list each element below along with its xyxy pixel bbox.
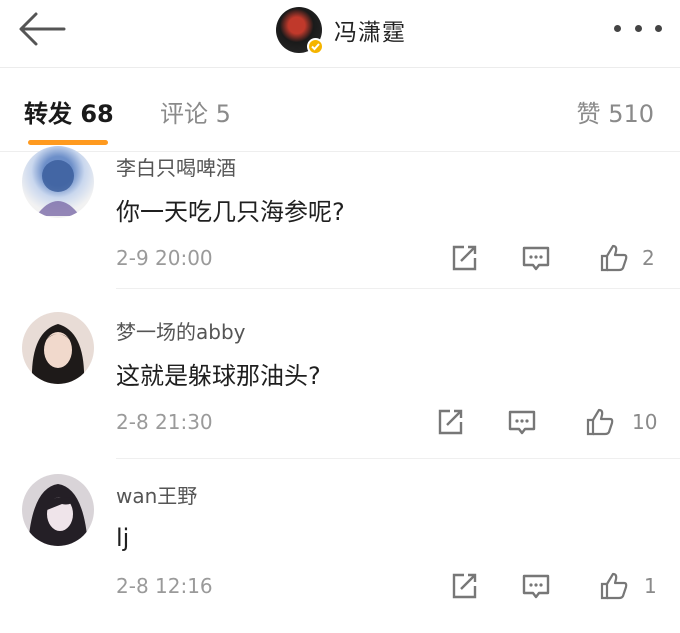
tab-comments-count: 5	[215, 100, 231, 128]
thumbs-up-icon[interactable]	[598, 570, 630, 602]
comment-text: lj	[116, 524, 130, 552]
avatar[interactable]	[22, 312, 94, 384]
comment-time: 2-9 20:00	[116, 246, 213, 270]
divider	[116, 458, 680, 459]
like-count: 2	[642, 246, 655, 270]
list-item: 李白只喝啤酒 你一天吃几只海参呢? 2-9 20:00 2	[0, 146, 680, 290]
like-count: 10	[632, 410, 658, 434]
comment-text: 这就是躲球那油头?	[116, 362, 321, 390]
comment-time: 2-8 12:16	[116, 574, 213, 598]
back-arrow-icon[interactable]	[16, 10, 68, 48]
comment-username[interactable]: wan王野	[116, 480, 197, 509]
tab-likes[interactable]: 赞 510	[577, 94, 654, 129]
list-item: wan王野 lj 2-8 12:16 1	[0, 474, 680, 626]
tab-reposts-count: 68	[80, 100, 114, 128]
avatar[interactable]	[22, 474, 94, 546]
thumbs-up-icon[interactable]	[584, 406, 616, 438]
list-item: 梦一场的abby 这就是躲球那油头? 2-8 21:30 10	[0, 312, 680, 462]
more-dots-icon[interactable]	[614, 20, 662, 36]
comment-bubble-icon[interactable]	[506, 406, 538, 438]
active-tab-indicator	[28, 140, 108, 145]
comment-username[interactable]: 梦一场的abby	[116, 316, 245, 345]
tab-comments-label: 评论	[160, 100, 208, 128]
divider	[116, 288, 680, 289]
profile-title[interactable]: 冯潇霆	[276, 4, 406, 56]
tab-reposts-label: 转发	[24, 100, 72, 128]
comment-time: 2-8 21:30	[116, 410, 213, 434]
top-bar: 冯潇霆	[0, 0, 680, 68]
tab-likes-label: 赞	[576, 100, 601, 128]
thumbs-up-icon[interactable]	[598, 242, 630, 274]
tab-comments[interactable]: 评论 5	[160, 94, 231, 129]
comment-text: 你一天吃几只海参呢?	[116, 198, 345, 226]
share-square-icon[interactable]	[434, 406, 466, 438]
tab-likes-count: 510	[608, 100, 654, 128]
avatar[interactable]	[22, 146, 94, 218]
avatar[interactable]	[276, 7, 324, 55]
share-square-icon[interactable]	[448, 242, 480, 274]
share-square-icon[interactable]	[448, 570, 480, 602]
comment-bubble-icon[interactable]	[520, 242, 552, 274]
tab-bar: 转发 68 评论 5 赞 510	[0, 68, 680, 152]
page-title: 冯潇霆	[334, 20, 406, 46]
comment-username[interactable]: 李白只喝啤酒	[116, 152, 236, 181]
comment-bubble-icon[interactable]	[520, 570, 552, 602]
like-count: 1	[644, 574, 657, 598]
verified-badge-icon	[307, 38, 324, 55]
tab-reposts[interactable]: 转发 68	[24, 94, 114, 129]
